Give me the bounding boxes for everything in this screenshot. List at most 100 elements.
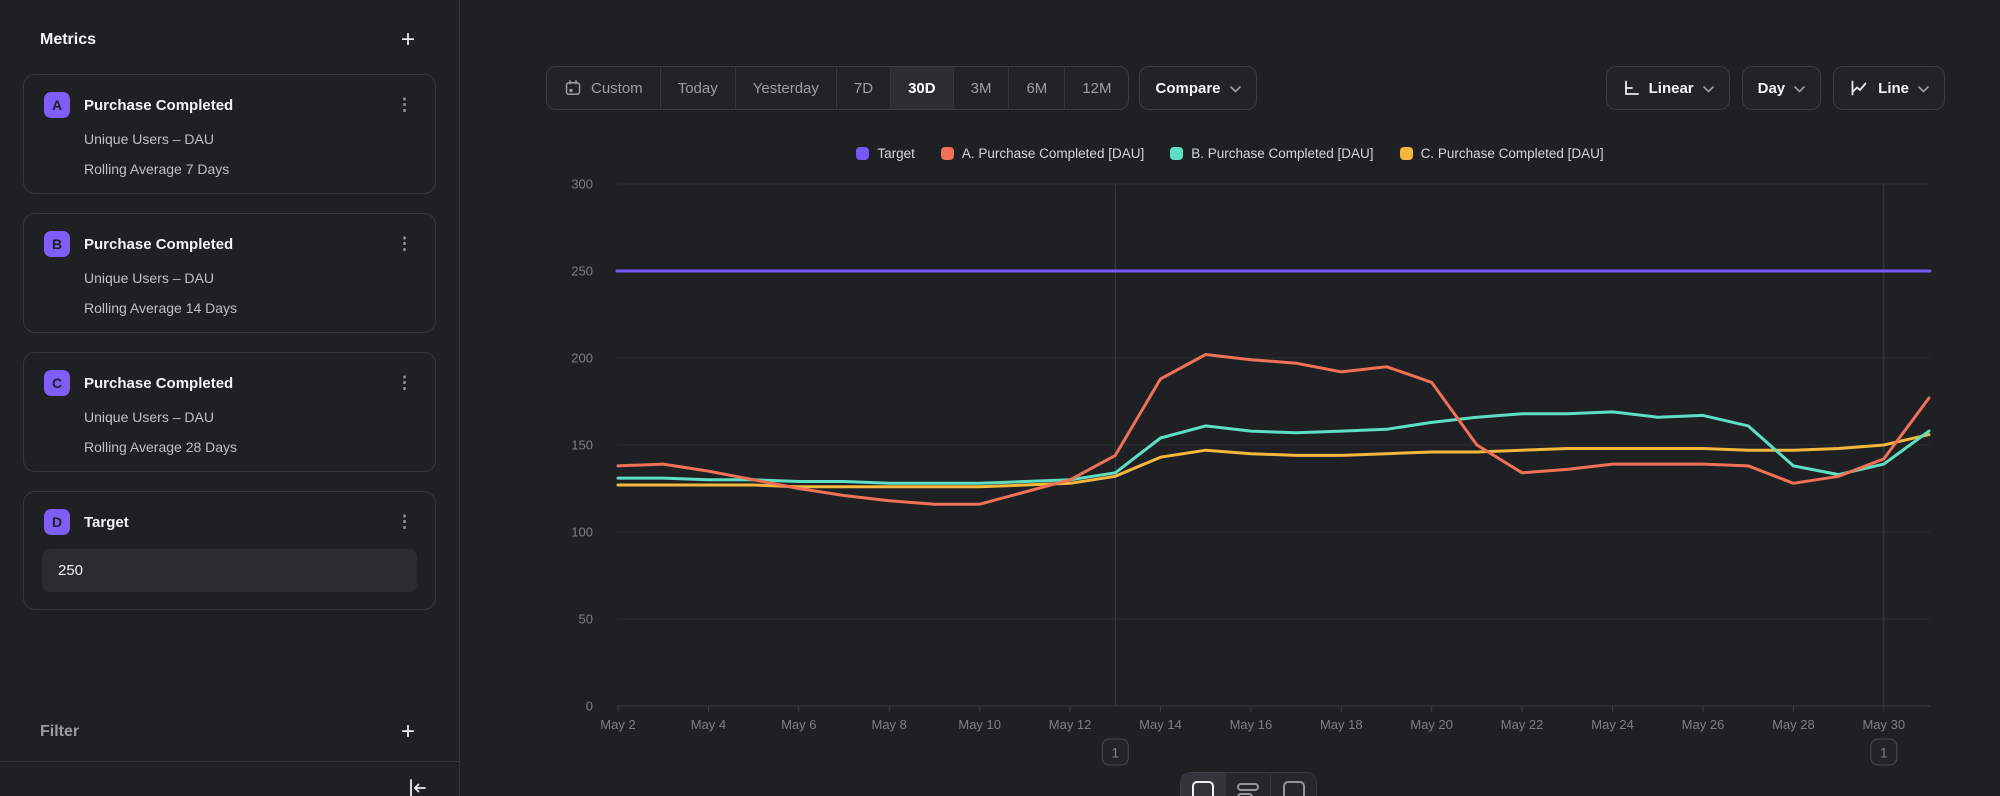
x-axis-ticks-labels: May 2May 4May 6May 8May 10May 12May 14Ma…: [600, 706, 1905, 732]
svg-text:200: 200: [571, 351, 593, 366]
add-metric-icon[interactable]: +: [401, 30, 415, 50]
metric-title: Purchase Completed: [84, 236, 392, 253]
annotation-badge[interactable]: 1: [1871, 739, 1897, 765]
chart-module: Custom Today Yesterday 7D 30D 3M 6M 12M …: [460, 0, 2000, 796]
mini-toggle-bar-chart[interactable]: [1226, 773, 1271, 796]
chevron-down-icon: [1703, 86, 1714, 93]
filter-section: Filter +: [40, 722, 415, 742]
svg-text:May 30: May 30: [1862, 717, 1905, 732]
scale-label: Linear: [1649, 80, 1694, 97]
metric-badge-d: D: [44, 509, 70, 535]
bar-chart-thumb-icon: [1236, 780, 1260, 796]
metric-badge-c: C: [44, 370, 70, 396]
more-options-icon[interactable]: ⋮: [392, 515, 417, 529]
metric-card-d-target[interactable]: D Target ⋮: [23, 491, 436, 610]
granularity-select[interactable]: Day: [1742, 66, 1822, 110]
date-range-control: Custom Today Yesterday 7D 30D 3M 6M 12M: [546, 66, 1129, 110]
line-chart-thumb-icon: [1191, 780, 1215, 796]
svg-text:May 14: May 14: [1139, 717, 1182, 732]
more-options-icon[interactable]: ⋮: [392, 237, 417, 251]
add-filter-icon[interactable]: +: [401, 722, 415, 742]
range-label: 12M: [1082, 80, 1111, 97]
range-12m[interactable]: 12M: [1065, 67, 1128, 109]
svg-text:May 10: May 10: [958, 717, 1001, 732]
chart-type-label: Line: [1878, 80, 1909, 97]
svg-text:0: 0: [586, 699, 593, 714]
line-chart-icon: [1849, 79, 1869, 97]
range-6m[interactable]: 6M: [1009, 67, 1065, 109]
svg-text:May 2: May 2: [600, 717, 635, 732]
metric-card-c[interactable]: C Purchase Completed ⋮ Unique Users – DA…: [23, 352, 436, 472]
svg-text:1: 1: [1111, 745, 1119, 761]
metric-badge-a: A: [44, 92, 70, 118]
metric-transform: Rolling Average 14 Days: [84, 300, 417, 316]
mini-toggle-line-chart[interactable]: [1181, 773, 1226, 796]
annotation-badge[interactable]: 1: [1102, 739, 1128, 765]
range-label: 3M: [971, 80, 992, 97]
range-today[interactable]: Today: [661, 67, 736, 109]
svg-text:May 28: May 28: [1772, 717, 1815, 732]
filter-label: Filter: [40, 723, 79, 741]
range-custom[interactable]: Custom: [547, 67, 661, 109]
svg-text:May 24: May 24: [1591, 717, 1634, 732]
metric-title: Target: [84, 514, 392, 531]
range-label: 7D: [854, 80, 873, 97]
line-chart: 050100150200250300May 2May 4May 6May 8Ma…: [460, 130, 2000, 796]
range-label: Yesterday: [753, 80, 819, 97]
range-label: 6M: [1026, 80, 1047, 97]
range-7d[interactable]: 7D: [837, 67, 891, 109]
metric-thumb-icon: [1282, 780, 1306, 796]
more-options-icon[interactable]: ⋮: [392, 98, 417, 112]
range-3m[interactable]: 3M: [954, 67, 1010, 109]
svg-text:150: 150: [571, 438, 593, 453]
range-30d[interactable]: 30D: [891, 67, 954, 109]
metric-transform: Rolling Average 28 Days: [84, 439, 417, 455]
granularity-label: Day: [1758, 80, 1786, 97]
target-value-input[interactable]: [42, 549, 417, 592]
metric-transform: Rolling Average 7 Days: [84, 161, 417, 177]
scale-select[interactable]: Linear: [1606, 66, 1730, 110]
calendar-icon: [564, 79, 582, 97]
svg-text:May 12: May 12: [1049, 717, 1092, 732]
svg-text:May 26: May 26: [1682, 717, 1725, 732]
svg-text:May 18: May 18: [1320, 717, 1363, 732]
chevron-down-icon: [1918, 86, 1929, 93]
series-line-c-purchase-completed[interactable]: [618, 435, 1929, 487]
metric-card-b[interactable]: B Purchase Completed ⋮ Unique Users – DA…: [23, 213, 436, 333]
collapse-sidebar-icon[interactable]: [405, 776, 429, 796]
svg-text:May 20: May 20: [1410, 717, 1453, 732]
svg-text:50: 50: [579, 612, 593, 627]
chart-area: TargetA. Purchase Completed [DAU]B. Purc…: [460, 130, 2000, 796]
metric-title: Purchase Completed: [84, 97, 392, 114]
svg-text:May 8: May 8: [871, 717, 906, 732]
metric-measure: Unique Users – DAU: [84, 409, 417, 425]
y-gridlines: [617, 184, 1930, 619]
chart-style-mini-toolbar: [1180, 772, 1317, 796]
series-line-b-purchase-completed[interactable]: [618, 412, 1929, 483]
range-label: Today: [678, 80, 718, 97]
range-label: 30D: [908, 80, 936, 97]
y-axis-labels: 050100150200250300: [571, 177, 593, 714]
metric-measure: Unique Users – DAU: [84, 270, 417, 286]
svg-text:100: 100: [571, 525, 593, 540]
svg-text:May 22: May 22: [1501, 717, 1544, 732]
more-options-icon[interactable]: ⋮: [392, 376, 417, 390]
range-label: Custom: [591, 80, 643, 97]
compare-button[interactable]: Compare: [1139, 66, 1256, 110]
metric-title: Purchase Completed: [84, 375, 392, 392]
chevron-down-icon: [1230, 86, 1241, 93]
linear-scale-icon: [1622, 79, 1640, 97]
metric-badge-b: B: [44, 231, 70, 257]
chart-toolbar: Custom Today Yesterday 7D 30D 3M 6M 12M …: [546, 66, 1945, 110]
svg-text:1: 1: [1880, 745, 1888, 761]
svg-text:300: 300: [571, 177, 593, 192]
svg-text:May 6: May 6: [781, 717, 816, 732]
sidebar-divider: [0, 761, 459, 762]
metrics-sidebar: Metrics + A Purchase Completed ⋮ Unique …: [0, 0, 460, 796]
chart-type-select[interactable]: Line: [1833, 66, 1945, 110]
metric-measure: Unique Users – DAU: [84, 131, 417, 147]
mini-toggle-metric-chart[interactable]: [1271, 773, 1316, 796]
svg-text:May 16: May 16: [1230, 717, 1273, 732]
range-yesterday[interactable]: Yesterday: [736, 67, 837, 109]
metric-card-a[interactable]: A Purchase Completed ⋮ Unique Users – DA…: [23, 74, 436, 194]
